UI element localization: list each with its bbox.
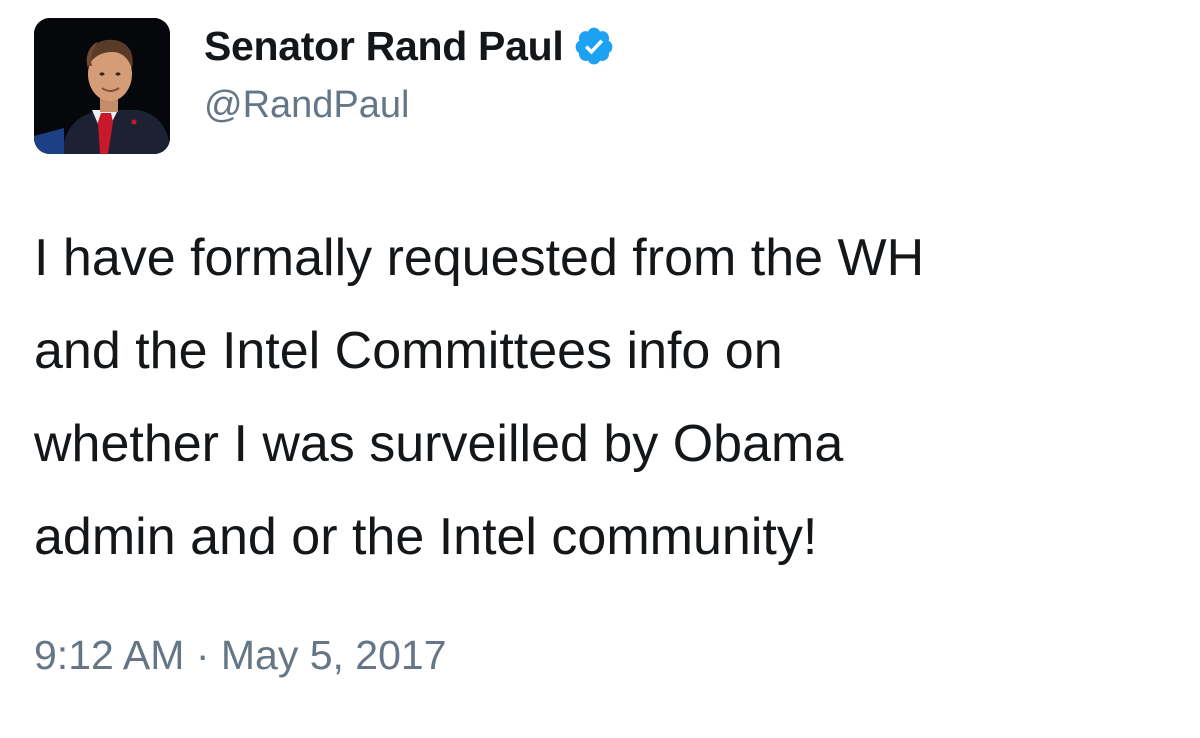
display-name[interactable]: Senator Rand Paul (204, 23, 564, 70)
tweet-timestamp[interactable]: 9:12 AM · May 5, 2017 (34, 632, 447, 679)
tweet-card: Senator Rand Paul @RandPaul I have forma… (0, 0, 1200, 738)
tweet-text-line: admin and or the Intel community! (34, 508, 818, 566)
author-handle[interactable]: @RandPaul (204, 84, 409, 127)
tweet-text-line: I have formally requested from the WH (34, 229, 925, 287)
tweet-text: I have formally requested from the WH an… (34, 212, 1174, 584)
profile-photo (34, 18, 170, 154)
avatar[interactable] (34, 18, 170, 154)
author-name-row[interactable]: Senator Rand Paul (204, 20, 615, 72)
verified-badge-icon (573, 25, 615, 67)
tweet-text-line: whether I was surveilled by Obama (34, 415, 844, 473)
tweet-text-line: and the Intel Committees info on (34, 322, 783, 380)
